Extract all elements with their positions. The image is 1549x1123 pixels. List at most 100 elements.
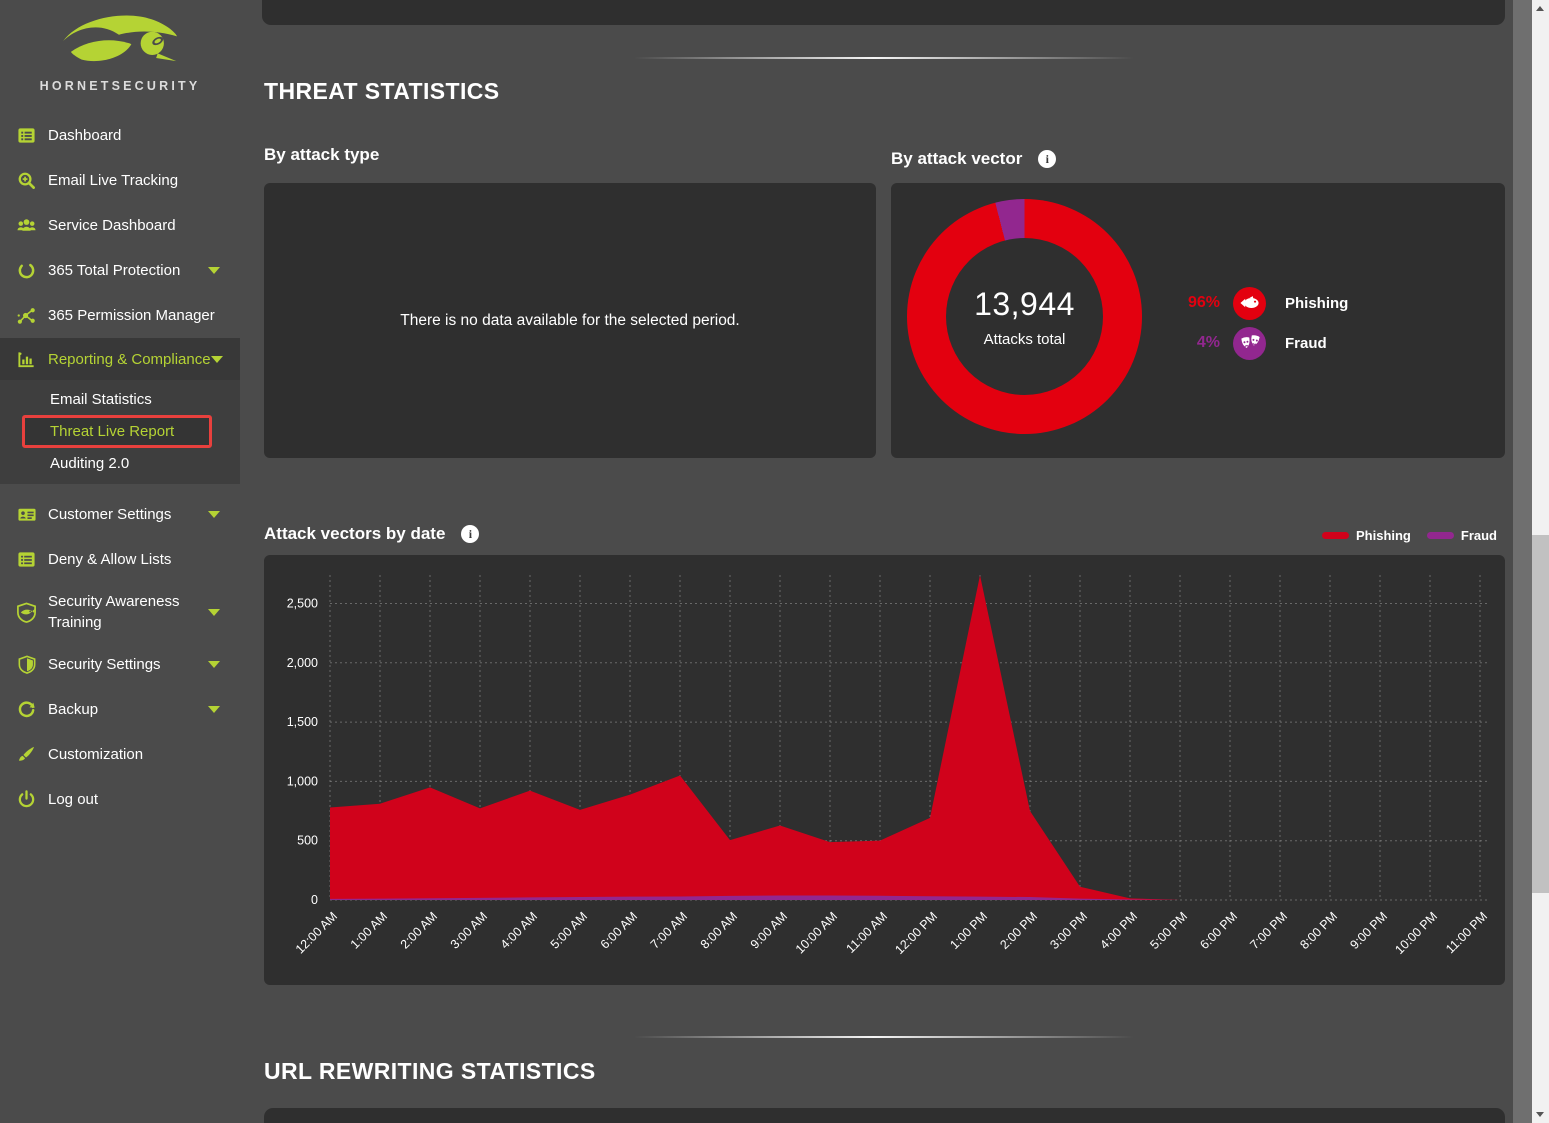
- sidebar-item-email-live-tracking[interactable]: Email Live Tracking: [0, 158, 240, 203]
- sidebar-item-customization[interactable]: Customization: [0, 732, 240, 777]
- sidebar-item-label: Dashboard: [48, 127, 122, 144]
- svg-text:2:00 PM: 2:00 PM: [997, 909, 1040, 952]
- sidebar-item-service-dashboard[interactable]: Service Dashboard: [0, 203, 240, 248]
- legend-label: Fraud: [1460, 528, 1497, 543]
- svg-text:9:00 PM: 9:00 PM: [1347, 909, 1390, 952]
- phishing-swatch: [1321, 532, 1349, 539]
- fraud-swatch: [1426, 532, 1454, 539]
- legend-label: Phishing: [1285, 294, 1349, 312]
- attacks-total-label: Attacks total: [983, 330, 1066, 348]
- sidebar-item-label: Reporting & Compliance: [48, 350, 211, 368]
- next-panel-top: [264, 1108, 1505, 1123]
- no-data-message: There is no data available for the selec…: [400, 311, 740, 329]
- attack-vectors-by-date-panel: 0 500 1,000 1,500 2,000 2,500 12:00 AM 1:00 AM 2…: [264, 555, 1505, 985]
- legend-item-fraud: 4% Fraud: [1180, 323, 1348, 363]
- sidebar-item-label: Security Awareness Training: [48, 593, 180, 631]
- sidebar-item-365-total-protection[interactable]: 365 Total Protection: [0, 248, 240, 293]
- legend-item-fraud: Fraud: [1426, 528, 1497, 543]
- submenu-item-email-statistics[interactable]: Email Statistics: [0, 385, 240, 414]
- shield-fish-icon: [16, 602, 37, 623]
- svg-text:12:00 AM: 12:00 AM: [293, 909, 340, 956]
- refresh-icon: [16, 699, 37, 720]
- sidebar-item-log-out[interactable]: Log out: [0, 777, 240, 822]
- section-divider-bottom: [634, 1036, 1134, 1038]
- sidebar-item-customer-settings[interactable]: Customer Settings: [0, 492, 240, 537]
- by-attack-vector-title: By attack vector i: [891, 149, 1057, 169]
- chevron-down-icon: [208, 608, 220, 616]
- hornet-logo-icon: [62, 15, 177, 62]
- svg-text:5:00 AM: 5:00 AM: [548, 909, 590, 951]
- sidebar-item-deny-allow-lists[interactable]: Deny & Allow Lists: [0, 537, 240, 582]
- search-icon: [16, 170, 37, 191]
- sidebar-item-dashboard[interactable]: Dashboard: [0, 113, 240, 158]
- fish-icon: [1233, 286, 1266, 320]
- svg-text:1:00 PM: 1:00 PM: [947, 909, 990, 952]
- network-icon: [16, 305, 37, 326]
- submenu-item-auditing-20[interactable]: Auditing 2.0: [0, 449, 240, 478]
- sidebar-item-backup[interactable]: Backup: [0, 687, 240, 732]
- fraud-percentage: 4%: [1196, 334, 1220, 351]
- submenu-item-threat-live-report[interactable]: Threat Live Report: [22, 415, 212, 448]
- threat-live-report-page: HORNETSECURITY Dashboard Email Live Trac…: [0, 0, 1549, 1123]
- vertical-scrollbar[interactable]: [1532, 0, 1549, 1123]
- sidebar-item-label: Log out: [48, 791, 99, 808]
- scroll-up-arrow-icon[interactable]: [1536, 6, 1544, 11]
- submenu-item-label: Email Statistics: [50, 391, 152, 408]
- sidebar-item-365-permission-manager[interactable]: 365 Permission Manager: [0, 293, 240, 338]
- sidebar-item-label: Email Live Tracking: [48, 172, 179, 189]
- brand-name: HORNETSECURITY: [39, 79, 201, 93]
- chevron-down-icon: [208, 706, 220, 713]
- scrolled-panel-bottom: [262, 0, 1505, 25]
- legend-item-phishing: 96% Phishing: [1180, 283, 1348, 323]
- svg-text:10:00 AM: 10:00 AM: [793, 909, 840, 956]
- threat-statistics-heading: THREAT STATISTICS: [264, 78, 500, 104]
- shield-icon: [16, 654, 37, 675]
- brush-icon: [16, 744, 37, 765]
- sidebar-item-label: Customization: [48, 746, 144, 763]
- chevron-down-icon: [208, 511, 220, 518]
- url-rewriting-heading: URL REWRITING STATISTICS: [264, 1058, 596, 1084]
- svg-text:500: 500: [297, 834, 318, 848]
- svg-text:12:00 PM: 12:00 PM: [892, 909, 940, 957]
- sidebar-item-label: Backup: [48, 701, 99, 718]
- svg-text:7:00 AM: 7:00 AM: [648, 909, 690, 951]
- sidebar-item-label: Deny & Allow Lists: [48, 551, 172, 568]
- masks-icon: [1233, 326, 1266, 360]
- phishing-percentage: 96%: [1187, 294, 1220, 311]
- scrollbar-thumb[interactable]: [1532, 535, 1549, 893]
- info-icon[interactable]: i: [461, 525, 480, 543]
- svg-text:8:00 PM: 8:00 PM: [1297, 909, 1340, 952]
- sidebar-item-security-settings[interactable]: Security Settings: [0, 642, 240, 687]
- sidebar-item-security-awareness-training[interactable]: Security Awareness Training: [0, 582, 240, 642]
- sidebar-item-reporting-compliance[interactable]: Reporting & Compliance: [0, 338, 240, 380]
- scroll-down-arrow-icon[interactable]: [1536, 1112, 1544, 1117]
- submenu-item-label: Auditing 2.0: [50, 455, 130, 472]
- dashboard-icon: [16, 125, 37, 146]
- team-icon: [16, 215, 37, 236]
- id-card-icon: [16, 504, 37, 525]
- svg-text:1,000: 1,000: [287, 774, 318, 788]
- sidebar-item-label: 365 Permission Manager: [48, 307, 215, 324]
- info-icon[interactable]: i: [1038, 150, 1057, 168]
- svg-text:4:00 PM: 4:00 PM: [1097, 909, 1140, 952]
- svg-text:11:00 AM: 11:00 AM: [844, 909, 891, 956]
- svg-text:6:00 PM: 6:00 PM: [1197, 909, 1240, 952]
- svg-text:5:00 PM: 5:00 PM: [1147, 909, 1190, 952]
- power-icon: [16, 789, 37, 810]
- brand-logo[interactable]: HORNETSECURITY: [0, 0, 240, 93]
- reporting-compliance-submenu: Email Statistics Threat Live Report Audi…: [0, 380, 240, 484]
- chevron-down-icon: [210, 355, 223, 363]
- legend-label: Phishing: [1355, 528, 1411, 543]
- sidebar-item-label: Service Dashboard: [48, 217, 176, 234]
- sidebar-item-label: 365 Total Protection: [48, 262, 181, 279]
- svg-text:1,500: 1,500: [287, 715, 318, 729]
- legend-item-phishing: Phishing: [1321, 528, 1411, 543]
- attack-vectors-by-date-title: Attack vectors by date i: [264, 524, 480, 544]
- svg-text:1:00 AM: 1:00 AM: [348, 909, 390, 951]
- by-attack-type-panel: There is no data available for the selec…: [264, 183, 876, 458]
- sidebar: HORNETSECURITY Dashboard Email Live Trac…: [0, 0, 240, 1123]
- attacks-total-value: 13,944: [974, 285, 1075, 322]
- legend-label: Fraud: [1285, 334, 1327, 352]
- svg-text:11:00 PM: 11:00 PM: [1443, 909, 1490, 956]
- section-divider-top: [634, 57, 1134, 59]
